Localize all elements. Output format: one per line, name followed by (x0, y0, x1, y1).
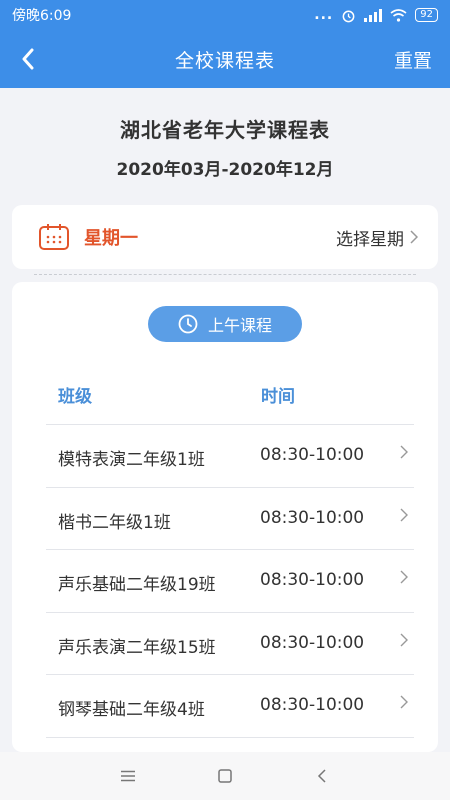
course-rows: 模特表演二年级1班 08:30-10:00 楷书二年级1班 08:30-10:0… (46, 424, 414, 747)
chevron-right-icon (400, 445, 408, 459)
system-back-button[interactable] (307, 761, 337, 791)
chevron-right-icon (400, 633, 408, 646)
session-label: 上午课程 (207, 316, 272, 335)
wifi-icon (390, 8, 407, 22)
row-time: 08:30-10:00 (260, 507, 365, 528)
status-time: 傍晚6:09 (12, 8, 72, 24)
menu-button[interactable] (113, 761, 143, 791)
menu-icon (121, 770, 136, 782)
table-header: 班级 时间 (58, 382, 404, 408)
row-class-name: 楷书二年级1班 (58, 512, 171, 533)
term-range: 2020年03月-2020年12月 (116, 160, 334, 180)
school-title: 湖北省老年大学课程表 (120, 118, 330, 142)
battery-icon: 92 (415, 8, 438, 22)
row-class-name: 声乐表演二年级15班 (58, 637, 216, 658)
square-icon (218, 769, 232, 783)
signal-icon (364, 8, 383, 22)
back-button[interactable] (12, 43, 44, 75)
card-notch-left (5, 267, 19, 281)
table-row[interactable]: 声乐表演二年级15班 08:30-10:00 (46, 611, 414, 675)
table-row[interactable]: 声乐基础二年级19班 08:30-10:00 (46, 549, 414, 612)
current-day-label: 星期一 (84, 228, 138, 249)
home-button[interactable] (210, 761, 240, 791)
status-bar: 傍晚6:09 ... 92 (0, 0, 450, 30)
column-header-time: 时间 (261, 387, 295, 407)
table-row-partial[interactable] (46, 736, 414, 747)
row-time: 08:30-10:00 (260, 695, 365, 715)
select-day-button[interactable]: 选择星期 (336, 225, 418, 250)
chevron-right-icon (400, 508, 408, 521)
column-header-class: 班级 (58, 387, 92, 407)
table-row[interactable]: 楷书二年级1班 08:30-10:00 (46, 486, 414, 550)
row-time: 08:30-10:00 (260, 570, 365, 590)
chevron-right-icon (410, 230, 418, 244)
reset-button[interactable]: 重置 (394, 30, 432, 88)
row-time: 08:30-10:00 (260, 445, 365, 465)
chevron-left-icon (22, 48, 34, 70)
system-navigation-bar (0, 752, 450, 800)
clock-icon (178, 314, 198, 334)
calendar-icon (39, 224, 69, 250)
card-notch-right (431, 267, 445, 281)
table-row[interactable]: 模特表演二年级1班 08:30-10:00 (46, 424, 414, 487)
alarm-icon (342, 10, 355, 22)
table-row[interactable]: 钢琴基础二年级4班 08:30-10:00 (46, 674, 414, 737)
notification-dots: ... (314, 7, 334, 23)
schedule-header: 湖北省老年大学课程表 2020年03月-2020年12月 (0, 88, 450, 198)
status-icons: ... 92 (314, 7, 438, 23)
dashed-divider (34, 274, 416, 275)
row-time: 08:30-10:00 (260, 632, 365, 653)
row-class-name: 模特表演二年级1班 (58, 450, 205, 470)
select-day-label: 选择星期 (336, 229, 404, 250)
course-list-card: 上午课程 班级 时间 模特表演二年级1班 08:30-10:00 楷书二年级1班… (12, 282, 438, 752)
day-picker: 星期一 选择星期 (12, 205, 438, 269)
chevron-right-icon (400, 695, 408, 709)
page-title: 全校课程表 (174, 49, 275, 72)
navigation-bar: 全校课程表 重置 (0, 30, 450, 88)
chevron-right-icon (400, 570, 408, 584)
back-triangle-icon (317, 769, 326, 783)
row-class-name: 钢琴基础二年级4班 (58, 700, 205, 720)
session-toggle-button[interactable]: 上午课程 (148, 306, 302, 342)
row-class-name: 声乐基础二年级19班 (58, 575, 216, 595)
